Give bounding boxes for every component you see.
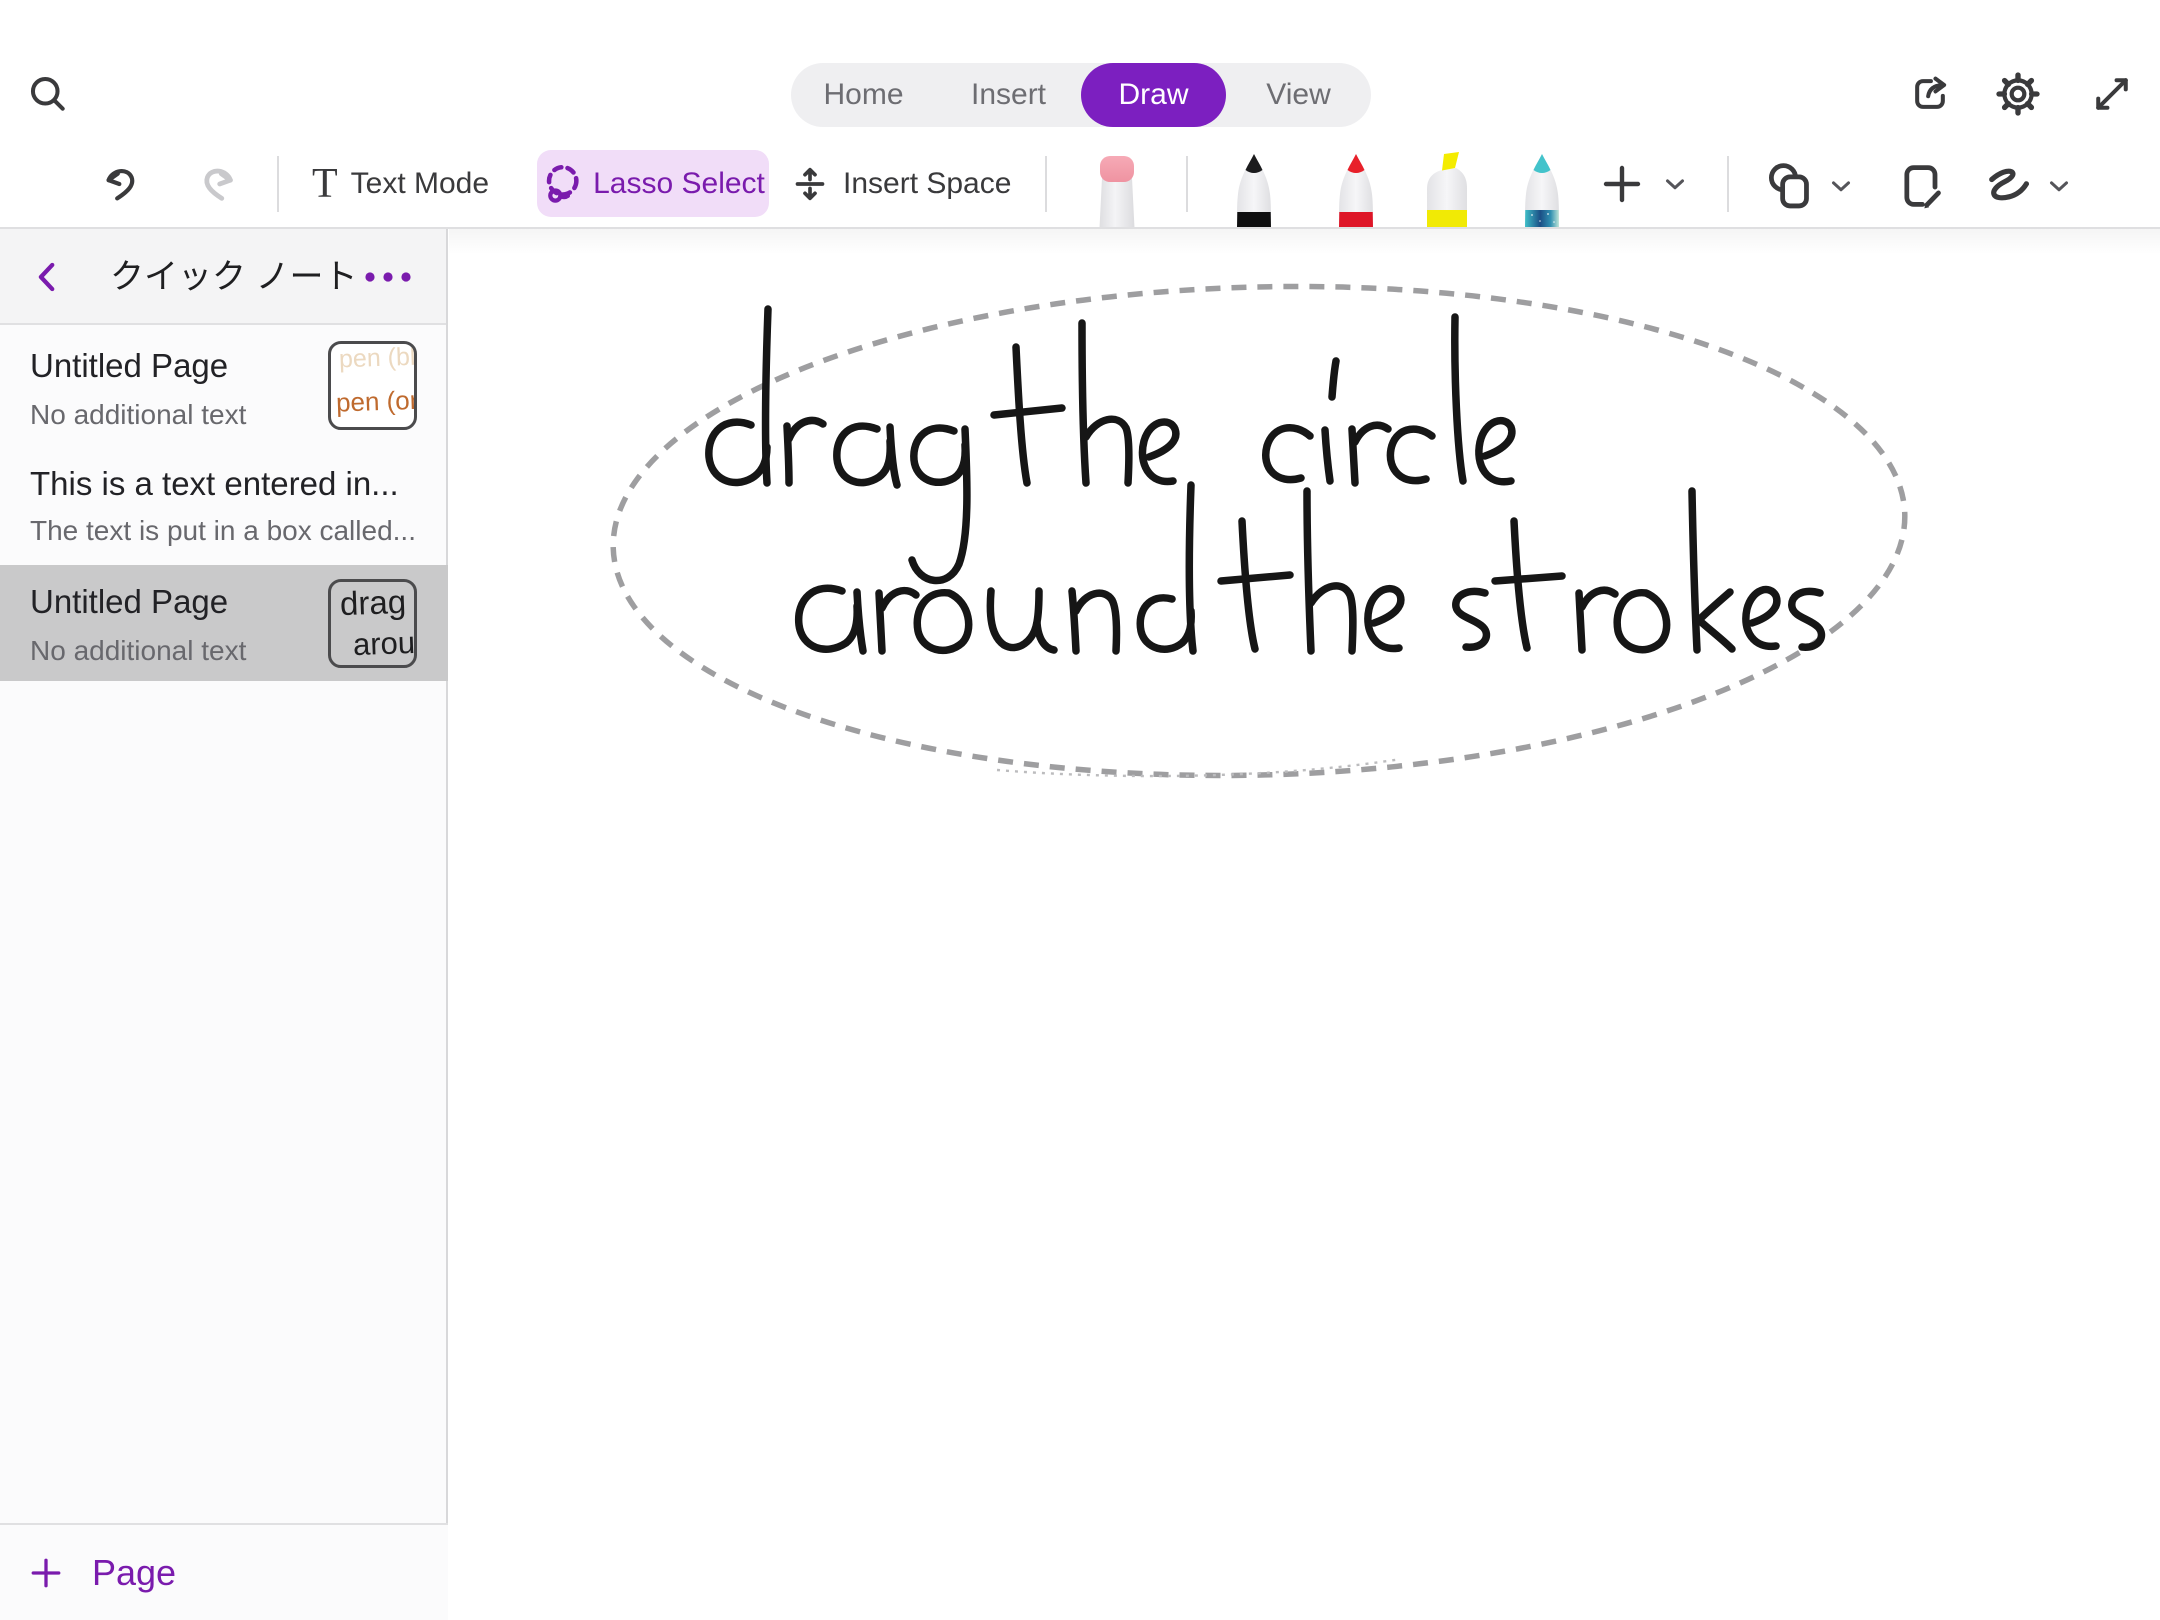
thumbnail-ink-text: pen (bl [339,343,416,375]
pen-galaxy-icon [1514,152,1570,228]
ink-strokes[interactable] [709,309,1822,651]
chevron-down-icon [2044,171,2074,201]
tab-draw[interactable]: Draw [1081,63,1226,127]
chevron-left-icon [31,260,65,294]
top-bar: Home Insert Draw View [0,0,2160,140]
toolbar-divider [277,156,279,212]
sidebar-header: クイック ノート [0,229,446,325]
settings-button[interactable] [1988,64,2048,124]
share-icon [1908,72,1952,116]
lasso-selection-marquee[interactable] [607,270,1911,792]
toolbar-divider [1186,156,1188,212]
thumbnail-ink-text: drag [339,583,406,623]
toolbar-divider [1727,156,1729,212]
onenote-app: Home Insert Draw View [0,0,2160,1620]
squiggle-icon [1982,160,2034,212]
shapes-button[interactable] [1764,158,1876,214]
page-list-item[interactable]: Untitled Page No additional text pen (bl… [0,325,448,453]
toolbar-divider [1045,156,1047,212]
lasso-icon [541,163,583,205]
thumbnail-ink-text: arou [352,625,415,663]
back-button[interactable] [18,247,78,307]
insert-space-icon [790,164,830,204]
page-subtitle: No additional text [30,399,246,431]
gear-icon [1995,71,2041,117]
lasso-select-button[interactable]: Lasso Select [537,150,769,217]
more-options-button[interactable] [352,247,424,307]
pen-black-icon [1226,152,1282,228]
plus-icon [1598,160,1646,208]
ellipsis-icon [362,267,414,287]
highlighter-yellow[interactable] [1417,152,1477,228]
insert-space-label: Insert Space [843,167,1011,201]
page-list-item-selected[interactable]: Untitled Page No additional text drag ar… [0,565,448,681]
search-icon [26,72,70,116]
chevron-down-icon [1660,169,1690,199]
ribbon-tabs: Home Insert Draw View [791,63,1371,127]
text-mode-button[interactable]: T Text Mode [312,152,489,216]
tab-insert[interactable]: Insert [936,63,1081,127]
page-subtitle: The text is put in a box called... [30,515,416,547]
page-subtitle: No additional text [30,635,246,667]
page-thumbnail: pen (bl pen (ora [328,341,417,430]
page-list-item[interactable]: This is a text entered in... The text is… [0,453,448,565]
pen-red-icon [1328,152,1384,228]
eraser-tool[interactable] [1093,154,1141,228]
page-title: Untitled Page [30,347,228,385]
pen-red[interactable] [1328,152,1384,228]
page-title: This is a text entered in... [30,465,399,503]
redo-button[interactable] [194,156,250,212]
expand-icon [2090,72,2134,116]
text-mode-label: Text Mode [351,167,489,201]
highlighter-icon [1417,152,1477,228]
eraser-icon [1093,154,1141,228]
drawing-canvas[interactable]: drag the circle around the strokes [449,229,2160,1620]
tab-view[interactable]: View [1226,63,1371,127]
draw-toolbar: T Text Mode Lasso Select Insert Space [0,140,2160,228]
plus-icon [28,1555,64,1591]
free-ink-button[interactable] [1982,158,2094,214]
lasso-select-label: Lasso Select [593,167,765,201]
add-page-label: Page [92,1525,176,1620]
share-button[interactable] [1900,64,1960,124]
ink-annotate-button[interactable] [1896,158,1952,214]
page-list-sidebar: クイック ノート Untitled Page No additional tex… [0,229,448,1620]
shapes-icon [1764,160,1816,212]
search-button[interactable] [18,64,78,124]
undo-arrow-icon [99,161,145,207]
page-thumbnail: drag arou [328,579,417,668]
add-pen-button[interactable] [1598,156,1702,212]
pen-black[interactable] [1226,152,1282,228]
fullscreen-button[interactable] [2082,64,2142,124]
tab-home[interactable]: Home [791,63,936,127]
thumbnail-ink-text: pen (ora [335,384,417,418]
page-title: Untitled Page [30,583,228,621]
insert-space-button[interactable]: Insert Space [790,152,1011,216]
redo-arrow-icon [194,161,240,207]
undo-button[interactable] [99,156,155,212]
page-pencil-icon [1896,160,1948,212]
chevron-down-icon [1826,171,1856,201]
pen-galaxy[interactable] [1514,152,1570,228]
add-page-button[interactable]: Page [0,1523,448,1620]
text-mode-icon: T [312,163,338,205]
notebook-section-title: クイック ノート [110,229,357,325]
